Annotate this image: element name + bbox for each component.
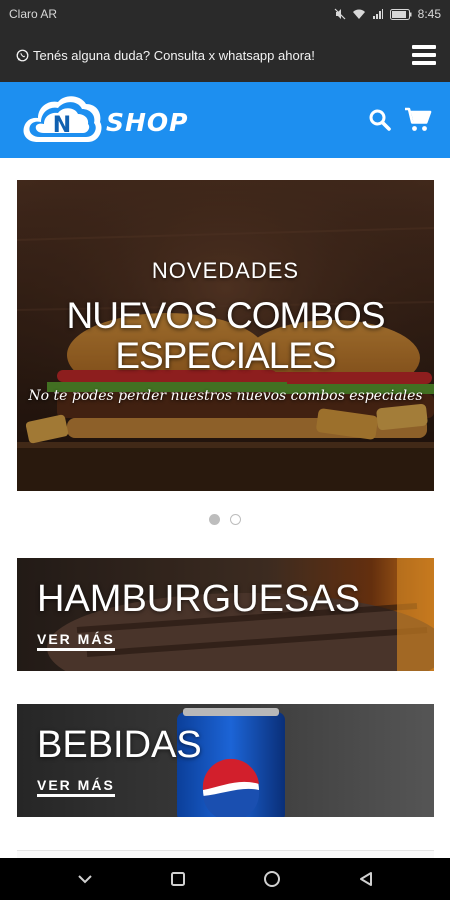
signal-icon <box>372 9 383 19</box>
back-icon[interactable] <box>358 871 374 887</box>
status-icons: 8:45 <box>334 7 441 21</box>
home-icon[interactable] <box>263 870 281 888</box>
slide-subtitle: No te podes perder nuestros nuevos combo… <box>28 388 423 404</box>
ver-mas-link[interactable]: VER MÁS <box>37 777 115 797</box>
slide-title: NUEVOS COMBOS ESPECIALES <box>66 295 386 376</box>
next-category-card <box>17 850 434 858</box>
carousel-dots <box>0 514 450 525</box>
menu-button[interactable] <box>412 45 436 65</box>
wifi-icon <box>352 9 365 19</box>
menu-icon-bar <box>412 53 436 57</box>
battery-icon <box>389 8 412 20</box>
whatsapp-icon <box>16 49 29 61</box>
search-icon[interactable] <box>368 108 392 132</box>
clock-label: 8:45 <box>417 7 441 21</box>
carousel-dot-1[interactable] <box>209 514 220 525</box>
logo-letter: N <box>53 113 71 138</box>
ver-mas-link[interactable]: VER MÁS <box>37 631 115 651</box>
cart-icon[interactable] <box>404 107 432 133</box>
category-title: BEBIDAS <box>37 724 202 766</box>
category-title: HAMBURGUESAS <box>37 578 361 620</box>
status-bar: Claro AR 8:45 <box>0 0 450 28</box>
header-actions <box>368 107 432 133</box>
cloud-logo-icon: N <box>23 96 102 142</box>
mute-icon <box>334 8 346 20</box>
menu-icon-bar <box>412 45 436 49</box>
header: N SHOP <box>0 82 450 158</box>
category-card-bebidas[interactable]: BEBIDAS VER MÁS <box>17 704 434 817</box>
category-card-hamburguesas[interactable]: HAMBURGUESAS VER MÁS <box>17 558 434 671</box>
logo-text: SHOP <box>106 107 189 137</box>
menu-icon-bar <box>412 61 436 65</box>
slide-kicker: NOVEDADES <box>151 258 300 283</box>
carrier-label: Claro AR <box>9 7 58 21</box>
promo-carousel[interactable]: NOVEDADES NUEVOS COMBOS ESPECIALES No te… <box>17 180 434 491</box>
logo[interactable]: N SHOP <box>20 92 189 148</box>
carousel-dot-2[interactable] <box>230 514 241 525</box>
recents-icon[interactable] <box>170 871 186 887</box>
main-content[interactable]: NOVEDADES NUEVOS COMBOS ESPECIALES No te… <box>0 158 450 858</box>
whatsapp-notice-bar[interactable]: Tenés alguna duda? Consulta x whatsapp a… <box>0 28 450 82</box>
system-nav-bar <box>0 858 450 900</box>
notice[interactable]: Tenés alguna duda? Consulta x whatsapp a… <box>16 48 315 63</box>
chevron-down-icon[interactable] <box>77 874 93 884</box>
notice-text: Tenés alguna duda? Consulta x whatsapp a… <box>33 47 315 63</box>
